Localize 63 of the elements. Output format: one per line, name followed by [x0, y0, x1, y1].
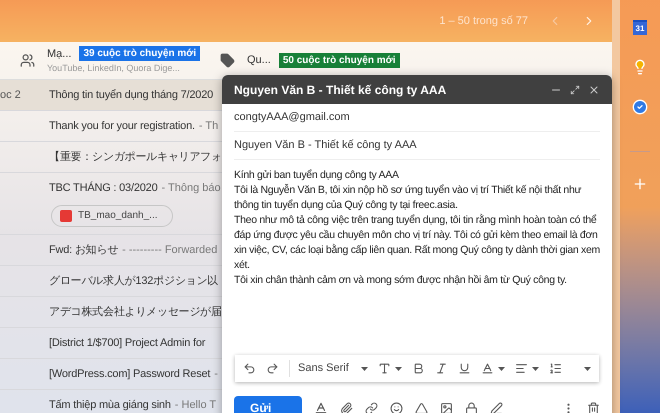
text-color-icon[interactable]: [480, 362, 494, 375]
numbered-list-icon[interactable]: [548, 362, 562, 375]
email-subject: Thank you for your registration.: [49, 118, 195, 134]
new-count-badge: 39 cuộc trò chuyện mới: [79, 46, 200, 62]
align-icon[interactable]: [514, 362, 528, 375]
underline-icon[interactable]: [458, 362, 471, 375]
email-snippet: - --------- Forwarded: [122, 242, 218, 258]
email-subject: Tấm thiệp mùa giáng sinh: [49, 398, 171, 413]
undo-icon[interactable]: [243, 362, 256, 375]
category-name[interactable]: Mạ...: [47, 46, 72, 62]
page-info: 1 – 50 trong số 77: [439, 14, 528, 29]
attachment-chip[interactable]: TB_mao_danh_...: [51, 204, 173, 227]
email-subject: [District 1/$700] Project Admin for: [49, 336, 206, 351]
redo-icon[interactable]: [266, 362, 279, 375]
subject-field[interactable]: Nguyen Văn B - Thiết kế công ty AAA: [234, 137, 417, 154]
email-subject: グローバル求人が132ポジション以: [49, 274, 218, 289]
email-subject: アデコ株式会社よりメッセージが届: [49, 304, 222, 320]
expand-icon[interactable]: [570, 84, 580, 94]
body-paragraph: Tôi là Nguyễn Văn B, tôi xin nộp hồ sơ ứng tuyển vào vị trí Thiết kế nội thất như thông tin tuyển dụng của Quý công ty tại freec.asia.: [234, 183, 582, 213]
font-select[interactable]: Sans Serif: [289, 360, 368, 377]
email-subject: Fwd: お知らせ: [49, 242, 118, 258]
email-subject: [WordPress.com] Password Reset: [49, 366, 210, 382]
pen-icon[interactable]: [490, 402, 503, 413]
body-paragraph: Tôi xin chân thành cảm ơn và mong sớm được nhận hồi âm từ Quý công ty.: [234, 273, 568, 288]
close-icon[interactable]: [588, 84, 600, 96]
triangle-icon[interactable]: [415, 402, 428, 413]
attach-icon[interactable]: [340, 402, 353, 413]
emoji-icon[interactable]: [390, 402, 403, 413]
email-subject: Thông tin tuyển dụng tháng 7/2020: [49, 88, 214, 103]
body-paragraph: Kính gửi ban tuyển dụng công ty AAA: [234, 168, 400, 183]
caret-icon: [360, 366, 368, 370]
email-subject: 【重要：シンガポールキャリアフォ: [49, 150, 222, 165]
email-snippet: - Th: [198, 118, 218, 134]
category-snippet: YouTube, LinkedIn, Quora Dige...: [47, 62, 181, 75]
text-size-icon[interactable]: [378, 362, 391, 375]
caret-icon: [532, 366, 539, 370]
email-snippet: - Hello T: [174, 398, 216, 413]
sender-name: oc 2: [0, 88, 21, 101]
recipient-field[interactable]: congtyAAA@gmail.com: [234, 109, 350, 126]
formatting-icon[interactable]: [314, 401, 328, 413]
attachment-name: TB_mao_danh_...: [78, 209, 158, 224]
email-snippet: -: [214, 366, 218, 382]
caret-icon: [498, 366, 505, 370]
tasks-icon[interactable]: [632, 99, 648, 115]
pdf-icon: [60, 210, 72, 222]
caret-icon: [394, 366, 402, 370]
link-icon[interactable]: [365, 402, 378, 413]
tag-icon[interactable]: [220, 53, 235, 68]
bold-icon[interactable]: [412, 362, 425, 375]
body-paragraph: Theo như mô tả công việc trên trang tuyển dụng, tôi tin rằng mình hoàn toàn có thể đáp ứng được yêu cầu chuyên môn cho vị trí này. Tôi có gửi kèm theo email là đơn xin việc, CV, các loại bằng cấp liên quan. Rất mong Quý công ty dành thời gian xem xét.: [234, 213, 600, 273]
italic-icon[interactable]: [434, 362, 448, 375]
people-icon[interactable]: [20, 53, 35, 68]
email-snippet: - Thông báo: [162, 181, 221, 196]
new-count-badge: 50 cuộc trò chuyện mới: [278, 53, 400, 68]
send-button[interactable]: Gửi: [234, 396, 302, 413]
more-options-caret-icon: [584, 366, 591, 370]
lock-icon[interactable]: [465, 402, 478, 413]
category-name[interactable]: Qu...: [247, 52, 271, 69]
image-icon[interactable]: [440, 402, 453, 413]
email-subject: TBC THÁNG : 03/2020: [49, 180, 158, 196]
trash-icon[interactable]: [587, 402, 600, 413]
compose-title: Nguyen Văn B - Thiết kế công ty AAA: [234, 82, 448, 98]
calendar-icon[interactable]: 31: [633, 20, 647, 35]
